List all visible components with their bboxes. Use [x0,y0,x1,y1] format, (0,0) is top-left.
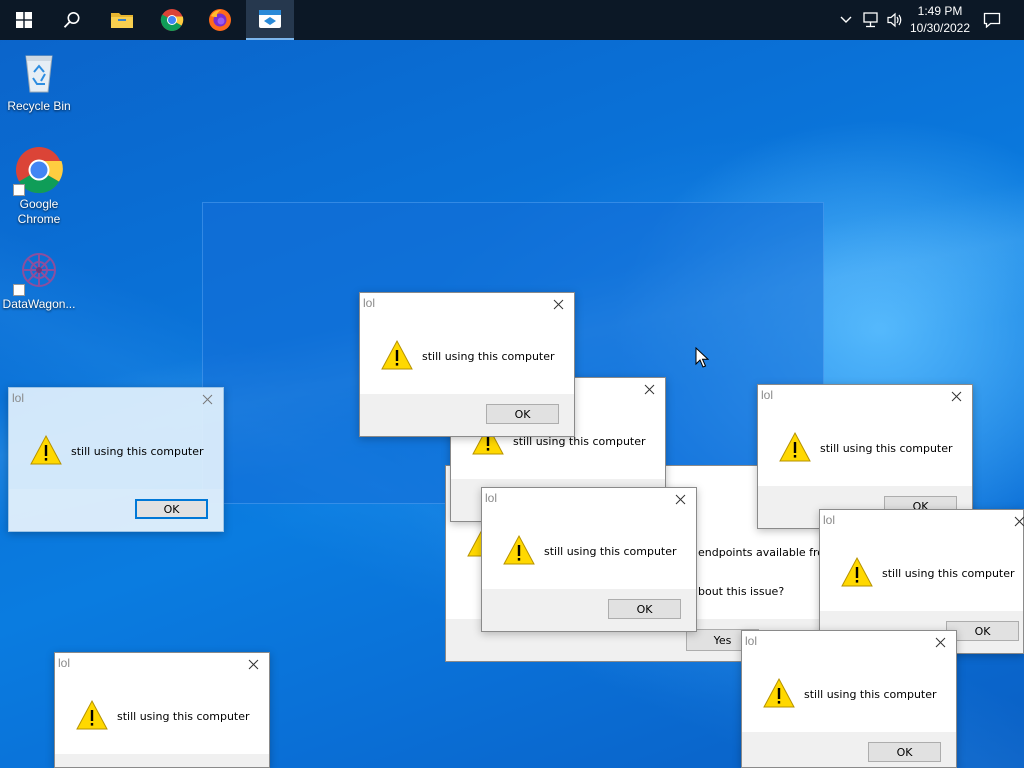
dialog-message: still using this computer [820,442,953,455]
firefox-icon [209,9,231,31]
close-button[interactable] [668,490,692,508]
search-button[interactable] [48,0,96,40]
taskbar: 1:49 PM 10/30/2022 [0,0,1024,40]
desktop-icon-recycle-bin[interactable]: Recycle Bin [0,48,78,114]
ok-button[interactable]: OK [608,599,681,619]
dialog-title: lol [745,634,758,648]
ok-button[interactable]: OK [135,499,208,519]
dialog-message: still using this computer [882,567,1015,580]
warning-icon [763,677,795,708]
desktop-icon-label: DataWagon... [2,297,76,311]
network-tray-button[interactable] [860,0,882,40]
desktop-icon-label: Google Chrome [17,197,61,226]
dialog-title: lol [485,491,498,505]
close-button[interactable] [195,390,219,408]
close-icon [202,394,212,404]
popup-dialog: lol still using this computer OK [8,387,224,532]
close-button[interactable] [241,655,265,673]
close-icon [951,391,961,401]
dialog-title: lol [58,656,71,670]
search-icon [63,12,80,28]
start-button[interactable] [0,0,48,40]
close-button[interactable] [928,633,952,651]
warning-icon [503,534,535,565]
clock-time: 1:49 PM [917,4,963,18]
close-button[interactable] [1007,512,1024,530]
dialog-footer: OK [742,732,956,767]
close-button[interactable] [637,380,661,398]
dialog-message: still using this computer [71,445,204,458]
ok-button[interactable]: OK [486,404,559,424]
chrome-icon [160,9,184,31]
mouse-cursor-icon [695,347,709,368]
close-icon [644,384,654,394]
close-icon [553,299,563,309]
popup-dialog: lol still using this computer OK [481,487,697,632]
datawagon-app-icon [259,10,281,28]
shortcut-arrow-icon [13,284,25,296]
dialog-title: lol [823,513,836,527]
file-explorer-button[interactable] [98,0,146,40]
question-text-line2: bout this issue? [698,585,785,598]
network-icon [863,12,878,28]
warning-icon [841,556,873,587]
dialog-message: still using this computer [422,350,555,363]
dialog-message: still using this computer [117,710,250,723]
ok-button[interactable]: OK [868,742,941,762]
clock-date: 10/30/2022 [909,21,971,35]
file-explorer-icon [111,13,133,28]
dialog-title: lol [761,388,774,402]
action-center-button[interactable] [978,0,1006,40]
datawagon-taskbar-button[interactable] [246,0,294,40]
warning-icon [30,434,62,465]
chevron-up-icon [840,16,852,23]
recycle-bin-icon [25,55,53,93]
close-button[interactable] [546,295,570,313]
dialog-message: still using this computer [804,688,937,701]
taskbar-clock[interactable]: 1:49 PM 10/30/2022 [902,0,978,40]
firefox-taskbar-button[interactable] [196,0,244,40]
close-icon [248,659,258,669]
popup-dialog: lol still using this computer OK [757,384,973,529]
warning-icon [381,339,413,370]
close-icon [675,494,685,504]
dialog-footer: OK [482,589,696,631]
popup-dialog: lol still using this computer OK [741,630,957,768]
close-icon [1014,516,1024,526]
warning-icon [779,431,811,462]
popup-dialog: lol still using this computer OK [359,292,575,437]
shortcut-arrow-icon [13,184,25,196]
dialog-title: lol [12,391,25,405]
warning-icon [76,699,108,730]
popup-dialog: lol still using this computer [54,652,270,768]
dialog-title: lol [363,296,376,310]
question-text-line1: endpoints available fro [698,546,825,559]
dialog-footer [55,754,269,767]
desktop-icon-google-chrome[interactable]: Google Chrome [0,146,78,227]
chrome-taskbar-button[interactable] [148,0,196,40]
dialog-message: still using this computer [544,545,677,558]
desktop-icon-label: Recycle Bin [7,99,71,113]
close-button[interactable] [944,387,968,405]
windows-logo-icon [16,12,32,28]
dialog-footer: OK [9,489,223,531]
show-hidden-icons-button[interactable] [836,0,856,40]
dialog-footer: OK [360,394,574,436]
close-icon [935,637,945,647]
notification-icon [983,12,1001,28]
desktop-icon-datawagon[interactable]: DataWagon... [0,246,78,312]
